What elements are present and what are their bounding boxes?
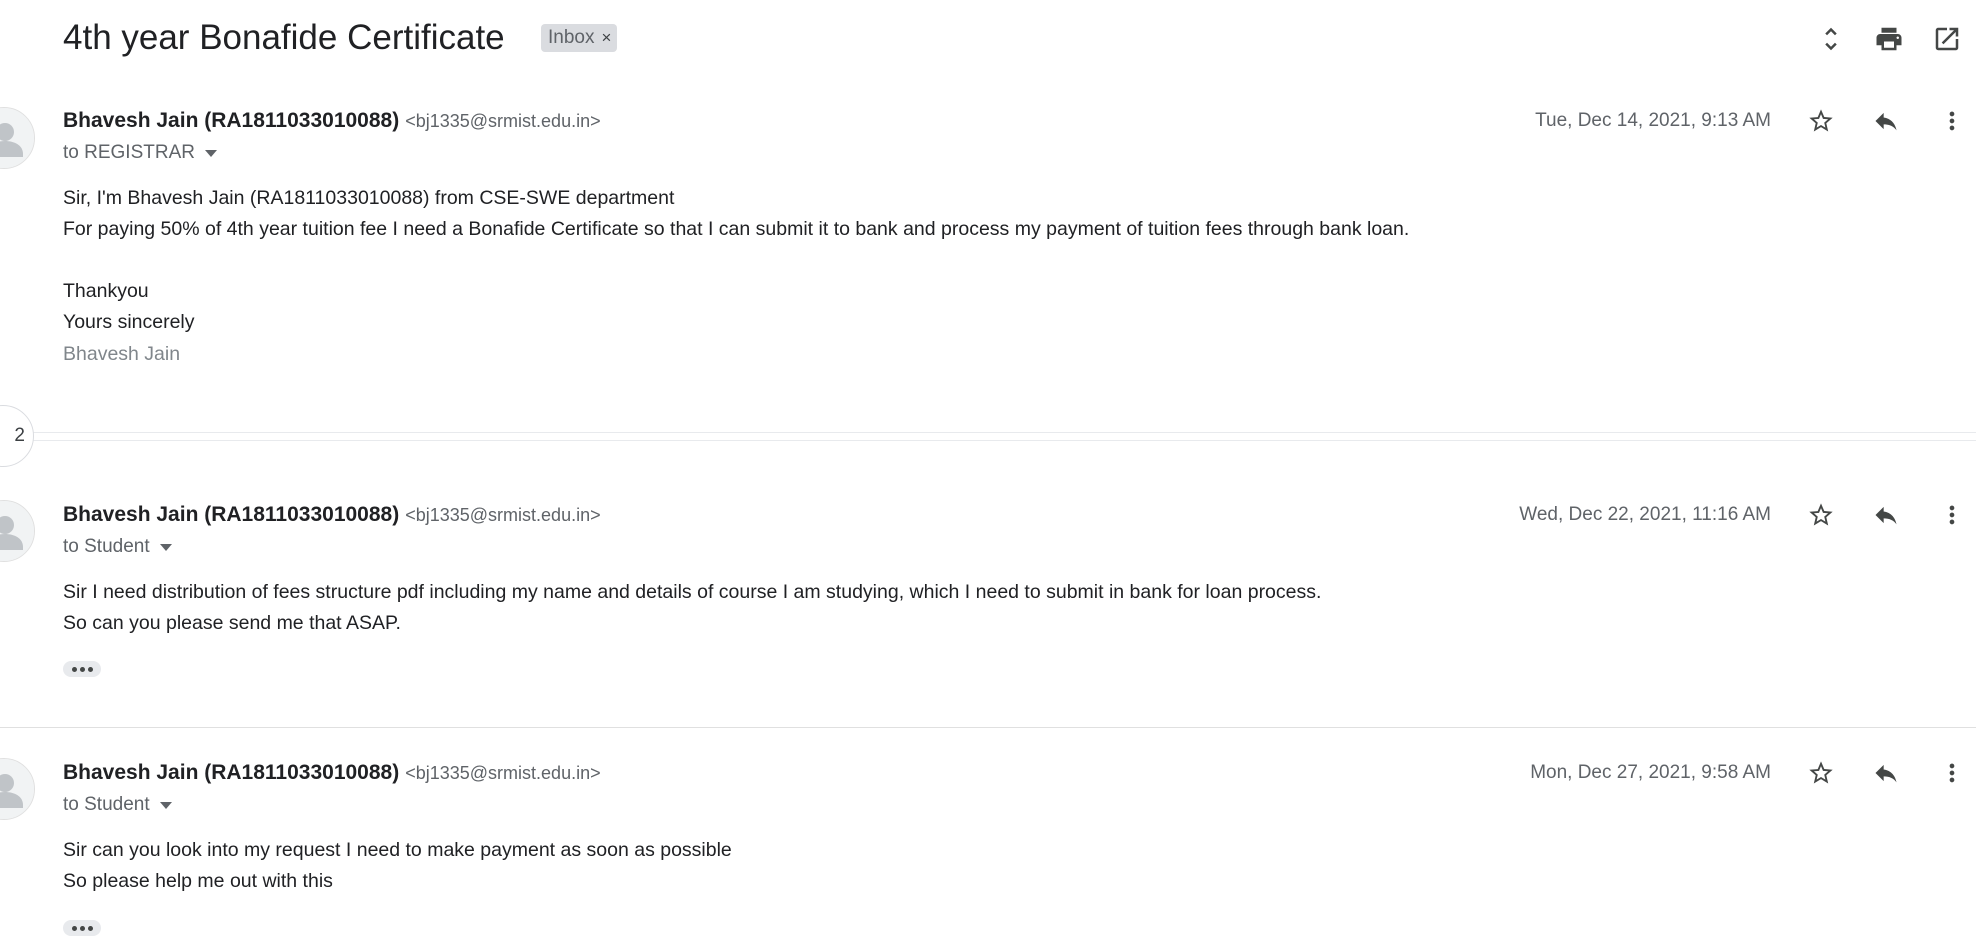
recipient-text: to REGISTRAR [63, 142, 195, 163]
sender-email: <bj1335@srmist.edu.in> [405, 111, 601, 131]
reply-icon[interactable] [1869, 498, 1903, 532]
message-body-line: Thankyou [63, 280, 149, 302]
sender-avatar [0, 107, 35, 169]
sender-name[interactable]: Bhavesh Jain (RA1811033010088) [63, 503, 399, 526]
print-icon[interactable] [1871, 21, 1907, 57]
message-body-line: For paying 50% of 4th year tuition fee I… [63, 218, 1410, 240]
message-date: Mon, Dec 27, 2021, 9:58 AM [1530, 762, 1771, 783]
sender-email: <bj1335@srmist.edu.in> [405, 505, 601, 525]
show-details-icon[interactable] [159, 543, 172, 551]
recipient-text: to Student [63, 536, 150, 557]
sender-name[interactable]: Bhavesh Jain (RA1811033010088) [63, 761, 399, 784]
message-date: Tue, Dec 14, 2021, 9:13 AM [1535, 110, 1771, 131]
expand-collapse-icon[interactable] [1813, 21, 1849, 57]
open-in-new-window-icon[interactable] [1929, 21, 1965, 57]
collapsed-separator [0, 440, 1976, 441]
reply-icon[interactable] [1869, 756, 1903, 790]
sender-email: <bj1335@srmist.edu.in> [405, 763, 601, 783]
message-date: Wed, Dec 22, 2021, 11:16 AM [1519, 504, 1771, 525]
star-icon[interactable] [1804, 756, 1838, 790]
remove-label-icon[interactable]: × [601, 28, 611, 48]
recipient-line: to Student [63, 535, 172, 559]
show-trimmed-content-button[interactable] [63, 661, 101, 677]
star-icon[interactable] [1804, 498, 1838, 532]
signature: Bhavesh Jain [63, 343, 181, 365]
sender-avatar [0, 758, 35, 820]
sender-name[interactable]: Bhavesh Jain (RA1811033010088) [63, 109, 399, 132]
recipient-line: to Student [63, 793, 172, 817]
reply-icon[interactable] [1869, 104, 1903, 138]
message-body-line: Sir, I'm Bhavesh Jain (RA1811033010088) … [63, 187, 675, 209]
recipient-text: to Student [63, 794, 150, 815]
sender-avatar [0, 500, 35, 562]
message-body-line: So please help me out with this [63, 870, 333, 892]
message-divider [0, 727, 1976, 728]
message-body-line: Yours sincerely [63, 311, 195, 333]
message-body-line: Sir I need distribution of fees structur… [63, 581, 1322, 603]
more-vert-icon[interactable] [1935, 756, 1969, 790]
show-details-icon[interactable] [159, 801, 172, 809]
show-trimmed-content-button[interactable] [63, 920, 101, 936]
inbox-label-chip[interactable]: Inbox × [541, 24, 618, 52]
collapsed-separator [0, 432, 1976, 433]
thread-subject: 4th year Bonafide Certificate [63, 18, 505, 57]
more-vert-icon[interactable] [1935, 498, 1969, 532]
inbox-label-text: Inbox [548, 27, 595, 48]
show-details-icon[interactable] [204, 149, 217, 157]
recipient-line: to REGISTRAR [63, 141, 217, 165]
star-icon[interactable] [1804, 104, 1838, 138]
collapsed-messages-count[interactable]: 2 [0, 405, 34, 467]
sender-line: Bhavesh Jain (RA1811033010088) <bj1335@sr… [63, 502, 601, 528]
sender-line: Bhavesh Jain (RA1811033010088) <bj1335@sr… [63, 760, 601, 786]
sender-line: Bhavesh Jain (RA1811033010088) <bj1335@sr… [63, 108, 601, 134]
more-vert-icon[interactable] [1935, 104, 1969, 138]
message-body-line: So can you please send me that ASAP. [63, 612, 401, 634]
message-body-line: Sir can you look into my request I need … [63, 839, 732, 861]
